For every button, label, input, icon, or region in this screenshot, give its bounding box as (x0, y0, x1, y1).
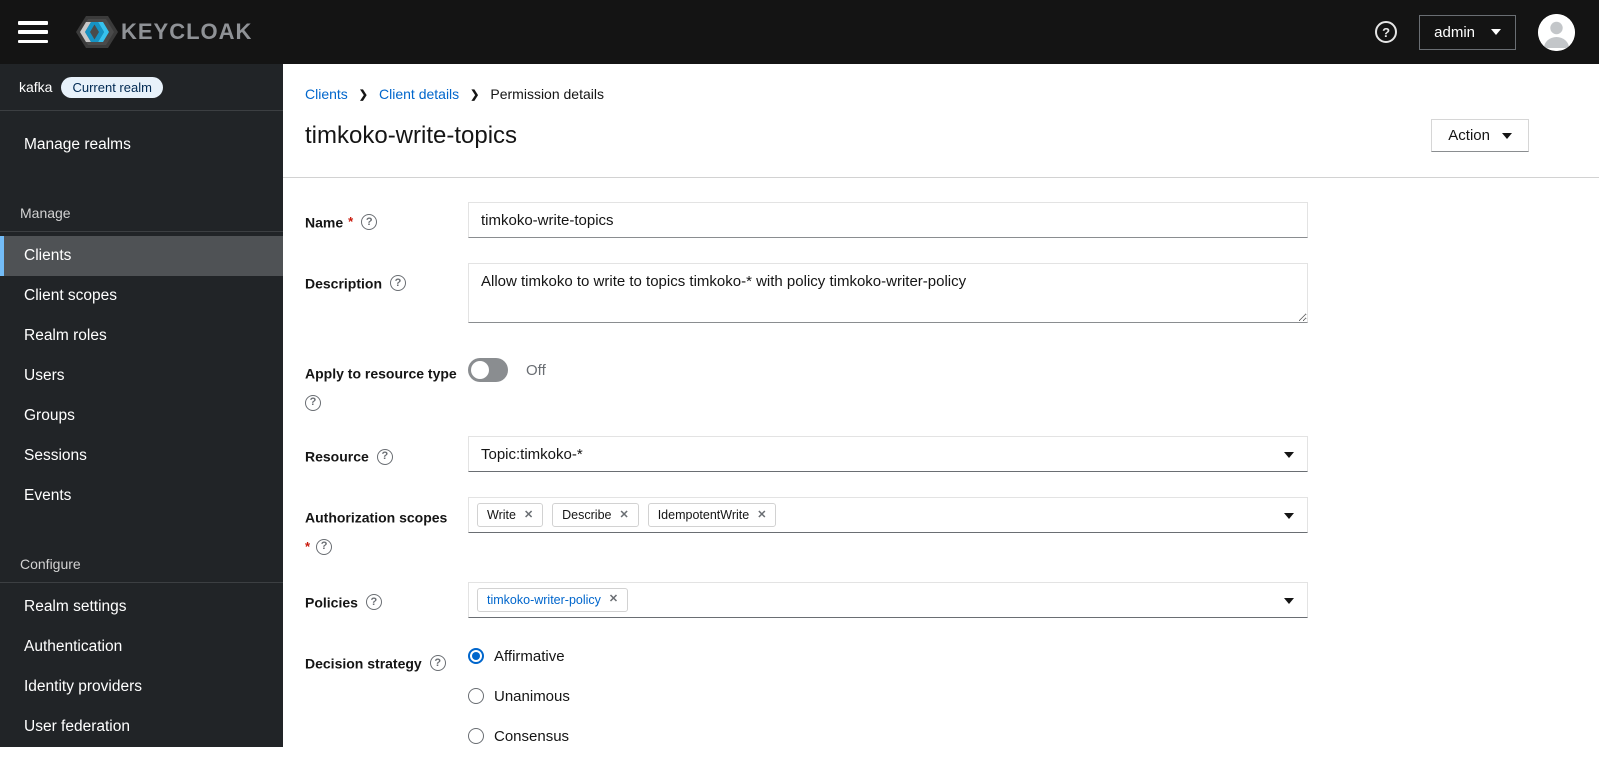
permission-form: Name Description Allow timkoko to write … (283, 178, 1599, 745)
required-asterisk (305, 539, 310, 554)
authorization-scopes-multiselect[interactable]: Write Describe IdempotentWrite (468, 497, 1308, 534)
sidebar-item-groups[interactable]: Groups (0, 396, 283, 436)
policy-link[interactable]: timkoko-writer-policy (487, 593, 601, 607)
realm-name: kafka (19, 79, 53, 95)
sidebar-item-events[interactable]: Events (0, 476, 283, 516)
question-circle-icon[interactable] (305, 394, 321, 411)
action-dropdown-button[interactable]: Action (1431, 119, 1529, 152)
chevron-down-icon (1491, 29, 1501, 35)
close-icon[interactable] (609, 594, 618, 605)
sidebar-item-users[interactable]: Users (0, 356, 283, 396)
toggle-knob (471, 361, 489, 379)
radio-button-icon (468, 688, 484, 705)
resource-label: Resource (305, 436, 468, 466)
sidebar-item-manage-realms[interactable]: Manage realms (0, 125, 283, 165)
chevron-down-icon (1284, 597, 1294, 604)
decision-strategy-label: Decision strategy (305, 643, 468, 673)
name-input[interactable] (468, 202, 1308, 238)
question-circle-icon[interactable] (365, 594, 382, 611)
sidebar-nav: kafka Current realm Manage realms Manage… (0, 64, 283, 747)
radio-button-icon (468, 728, 484, 745)
main-content: Clients Client details Permission detail… (283, 64, 1599, 762)
sidebar-item-authentication[interactable]: Authentication (0, 627, 283, 667)
brand-wordmark: KEYCLOAK (121, 19, 253, 44)
required-asterisk (348, 214, 353, 229)
sidebar-item-realm-roles[interactable]: Realm roles (0, 316, 283, 356)
radio-affirmative[interactable]: Affirmative (468, 648, 1308, 665)
sidebar-item-clients[interactable]: Clients (0, 236, 283, 276)
sidebar-item-sessions[interactable]: Sessions (0, 436, 283, 476)
user-menu-dropdown[interactable]: admin (1419, 14, 1516, 50)
keycloak-hexagon-icon (76, 16, 118, 48)
sidebar-section-configure: Configure Realm settings Authentication … (0, 548, 283, 747)
help-icon[interactable] (1375, 21, 1398, 43)
chevron-right-icon (470, 88, 479, 101)
sidebar-item-realm-settings[interactable]: Realm settings (0, 587, 283, 627)
description-label: Description (305, 263, 468, 293)
apply-to-resource-type-toggle[interactable] (468, 358, 508, 382)
policies-multiselect[interactable]: timkoko-writer-policy (468, 581, 1308, 618)
avatar[interactable] (1538, 13, 1575, 51)
question-circle-icon[interactable] (361, 214, 378, 231)
sidebar-item-identity-providers[interactable]: Identity providers (0, 667, 283, 707)
close-icon[interactable] (524, 510, 533, 521)
page-title: timkoko-write-topics (305, 121, 518, 149)
keycloak-logo[interactable]: KEYCLOAK (74, 12, 252, 52)
realm-selector[interactable]: kafka Current realm (0, 64, 283, 111)
resource-select[interactable]: Topic:timkoko-* (468, 436, 1308, 473)
scope-chip: Describe (552, 503, 639, 528)
chevron-right-icon (359, 88, 368, 101)
chevron-down-icon (1284, 513, 1294, 520)
question-circle-icon[interactable] (376, 448, 393, 465)
sidebar-item-user-federation[interactable]: User federation (0, 707, 283, 747)
radio-consensus[interactable]: Consensus (468, 728, 1308, 745)
question-circle-icon[interactable] (316, 538, 333, 555)
section-title-configure: Configure (20, 556, 81, 572)
person-icon (1538, 13, 1575, 51)
chevron-down-icon (1284, 452, 1294, 459)
description-textarea[interactable]: Allow timkoko to write to topics timkoko… (468, 263, 1308, 323)
breadcrumb-client-details[interactable]: Client details (379, 86, 459, 102)
close-icon[interactable] (757, 510, 766, 521)
chevron-down-icon (1502, 132, 1512, 139)
sidebar-item-client-scopes[interactable]: Client scopes (0, 276, 283, 316)
nav-toggle-hamburger-icon[interactable] (18, 21, 48, 43)
section-title-manage: Manage (20, 205, 71, 221)
breadcrumb-clients[interactable]: Clients (305, 86, 348, 102)
toggle-state-label: Off (526, 361, 546, 379)
radio-button-icon (468, 648, 484, 665)
close-icon[interactable] (619, 510, 628, 521)
breadcrumb: Clients Client details Permission detail… (305, 86, 1529, 102)
decision-strategy-radios: Affirmative Unanimous Consensus (468, 643, 1308, 745)
keycloak-admin-console: KEYCLOAK admin kafka Cur (0, 0, 1599, 762)
resource-selected-value: Topic:timkoko-* (481, 445, 583, 463)
scope-chip: IdempotentWrite (647, 503, 777, 528)
radio-unanimous[interactable]: Unanimous (468, 688, 1308, 705)
masthead: KEYCLOAK admin (0, 0, 1599, 64)
policies-label: Policies (305, 582, 468, 612)
breadcrumb-permission-details: Permission details (490, 86, 604, 102)
policy-chip: timkoko-writer-policy (477, 587, 629, 612)
scope-chip: Write (477, 503, 544, 528)
question-circle-icon[interactable] (429, 655, 446, 672)
authorization-scopes-label: Authorization scopes (305, 497, 468, 557)
apply-to-resource-type-label: Apply to resource type (305, 353, 468, 411)
current-realm-badge: Current realm (61, 76, 163, 98)
sidebar-section-manage: Manage Clients Client scopes Realm roles… (0, 197, 283, 516)
user-menu-label: admin (1434, 23, 1475, 41)
question-circle-icon[interactable] (390, 275, 407, 292)
name-label: Name (305, 202, 468, 232)
